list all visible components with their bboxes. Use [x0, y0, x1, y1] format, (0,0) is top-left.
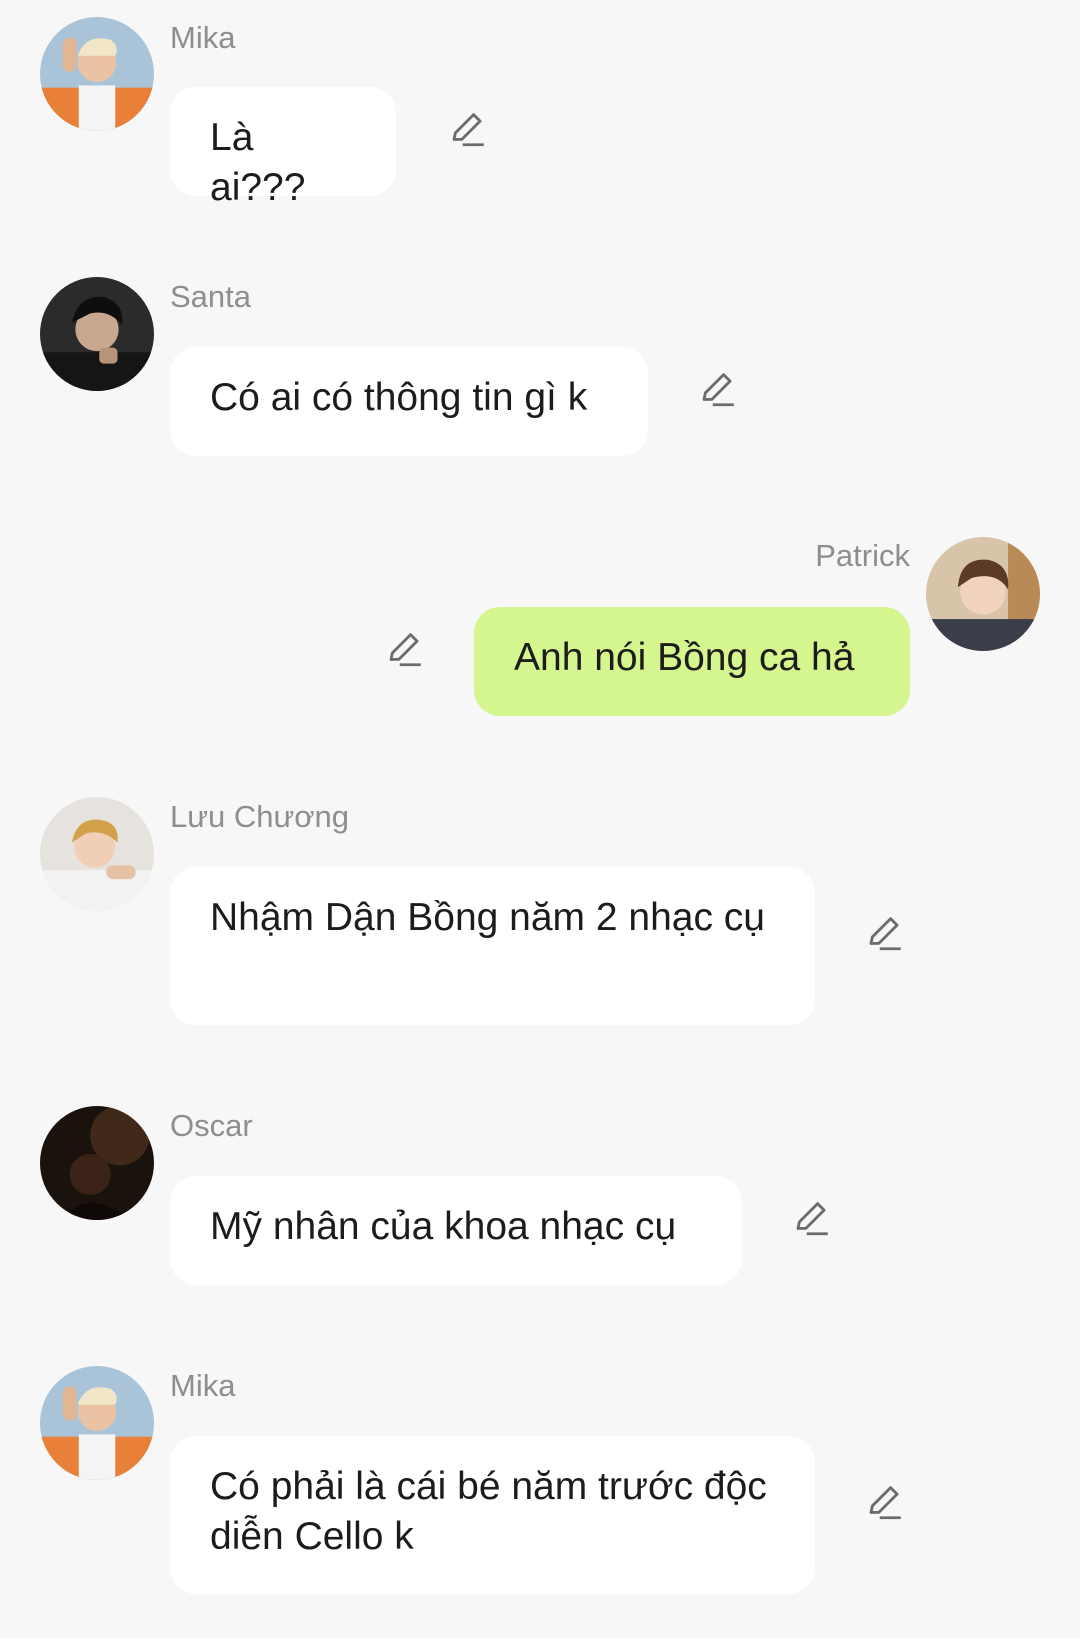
message-bubble[interactable]: Có ai có thông tin gì k	[170, 347, 648, 456]
edit-pencil-icon[interactable]	[697, 368, 739, 410]
avatar-patrick[interactable]	[926, 537, 1040, 651]
edit-pencil-icon[interactable]	[384, 628, 426, 670]
message-bubble[interactable]: Mỹ nhân của khoa nhạc cụ	[170, 1176, 742, 1285]
message-bubble-outgoing[interactable]: Anh nói Bồng ca hả	[474, 607, 910, 716]
avatar-oscar[interactable]	[40, 1106, 154, 1220]
sender-name: Oscar	[170, 1108, 253, 1143]
edit-pencil-icon[interactable]	[447, 108, 489, 150]
avatar-luu-chuong[interactable]	[40, 797, 154, 911]
edit-pencil-icon[interactable]	[864, 1481, 906, 1523]
edit-pencil-icon[interactable]	[864, 912, 906, 954]
avatar-mika[interactable]	[40, 17, 154, 131]
sender-name: Santa	[170, 279, 252, 314]
edit-pencil-icon[interactable]	[791, 1197, 833, 1239]
sender-name: Mika	[170, 1368, 236, 1403]
message-bubble[interactable]: Là ai???	[170, 87, 396, 209]
sender-name: Patrick	[815, 538, 910, 573]
avatar-mika[interactable]	[40, 1366, 154, 1480]
message-bubble[interactable]: Có phải là cái bé năm trước độc diễn Cel…	[170, 1436, 815, 1594]
message-bubble[interactable]: Nhậm Dận Bồng năm 2 nhạc cụ	[170, 867, 815, 1025]
sender-name: Lưu Chương	[170, 799, 350, 834]
sender-name: Mika	[170, 20, 236, 55]
chat-thread: Mika Là ai??? Santa Có ai có thông tin g…	[0, 0, 1080, 1638]
avatar-santa[interactable]	[40, 277, 154, 391]
